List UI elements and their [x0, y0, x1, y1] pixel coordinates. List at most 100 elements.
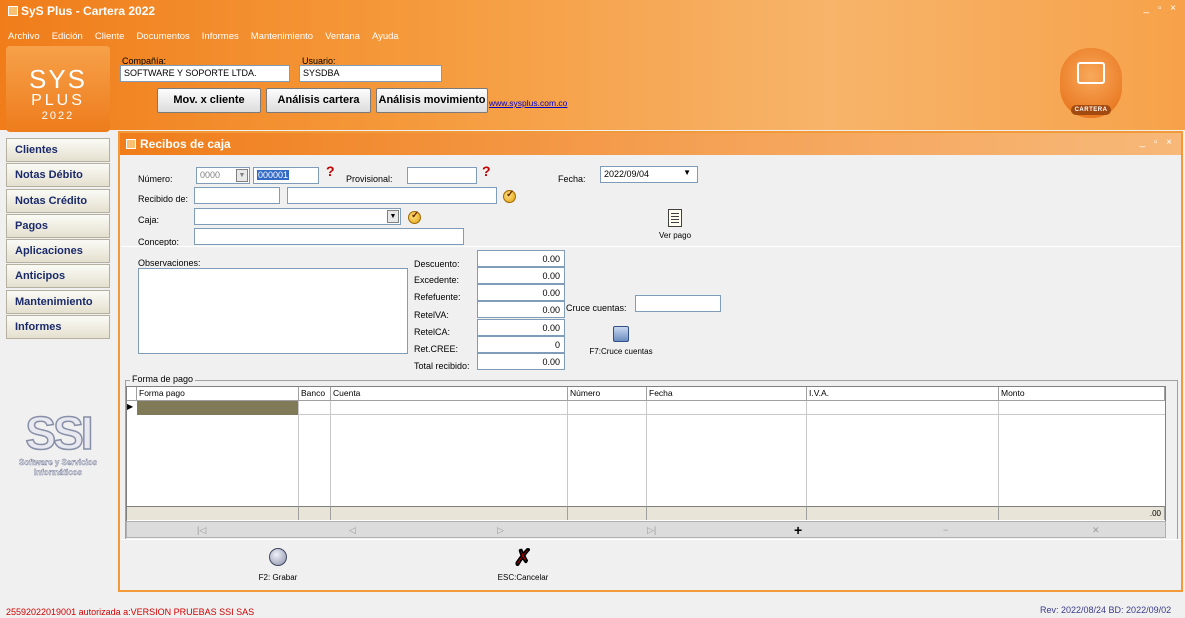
recibido-label: Recibido de:: [138, 194, 189, 204]
row-pointer-icon: ▶: [127, 402, 134, 411]
menu-informes[interactable]: Informes: [202, 31, 239, 45]
sidebar-item-anticipos[interactable]: Anticipos: [6, 264, 110, 289]
recibido-name-field[interactable]: [287, 187, 497, 204]
menu-ventana[interactable]: Ventana: [325, 31, 360, 45]
column-header-numero[interactable]: Número: [568, 387, 647, 401]
forma-pago-title: Forma de pago: [130, 374, 196, 384]
cartera-badge[interactable]: CARTERA: [1060, 48, 1122, 118]
menu-ayuda[interactable]: Ayuda: [372, 31, 399, 45]
first-record-icon[interactable]: |◁: [197, 525, 206, 536]
sidebar: Clientes Notas Débito Notas Crédito Pago…: [6, 138, 110, 340]
analisis-movimiento-button[interactable]: Análisis movimiento: [376, 88, 488, 113]
column-divider: [646, 401, 647, 506]
website-link[interactable]: www.sysplus.com.co: [489, 98, 567, 108]
column-header-banco[interactable]: Banco: [299, 387, 331, 401]
sidebar-item-informes[interactable]: Informes: [6, 315, 110, 340]
footer-cell: [299, 506, 331, 520]
menu-edicion[interactable]: Edición: [52, 31, 83, 45]
reteiva-label: RetelVA:: [414, 310, 449, 320]
ssi-tagline-2: Informáticos: [33, 468, 82, 477]
check-icon[interactable]: [408, 210, 421, 224]
total-recibido-field: 0.00: [477, 353, 565, 370]
sidebar-item-aplicaciones[interactable]: Aplicaciones: [6, 239, 110, 264]
sidebar-item-pagos[interactable]: Pagos: [6, 213, 110, 238]
ver-pago-button[interactable]: Ver pago: [652, 209, 698, 240]
cancel-icon: ✗: [513, 545, 533, 570]
company-field: SOFTWARE Y SOPORTE LTDA.: [120, 65, 290, 82]
cruce-cuentas-field[interactable]: [635, 295, 721, 312]
row-header-corner: [127, 387, 137, 401]
window-controls[interactable]: _ ▫ ×: [1143, 3, 1179, 14]
observaciones-label: Observaciones:: [138, 258, 201, 268]
cruce-cuentas-button[interactable]: F7:Cruce cuentas: [582, 326, 660, 356]
wallet-icon: [1077, 62, 1105, 84]
numero-prefix-value: 0000: [200, 170, 221, 180]
prior-record-icon[interactable]: ◁: [349, 525, 356, 536]
descuento-label: Descuento:: [414, 259, 460, 269]
column-header-iva[interactable]: I.V.A.: [807, 387, 999, 401]
footer-cell: [127, 506, 299, 520]
menu-archivo[interactable]: Archivo: [8, 31, 40, 45]
cartera-label: CARTERA: [1071, 105, 1111, 115]
section-divider: [121, 539, 1181, 540]
cruce-cuentas-label: Cruce cuentas:: [566, 303, 627, 313]
descuento-field[interactable]: 0.00: [477, 250, 565, 267]
help-icon[interactable]: ?: [326, 163, 335, 179]
selected-cell[interactable]: [137, 401, 299, 415]
reteica-field[interactable]: 0.00: [477, 319, 565, 336]
reteiva-field[interactable]: 0.00: [477, 301, 565, 318]
provisional-label: Provisional:: [346, 174, 393, 184]
retcree-field[interactable]: 0: [477, 336, 565, 353]
delete-record-icon[interactable]: −: [943, 525, 948, 535]
column-header-monto[interactable]: Monto: [999, 387, 1165, 401]
sidebar-item-notas-debito[interactable]: Notas Débito: [6, 163, 110, 188]
observaciones-field[interactable]: [138, 268, 408, 354]
help-icon[interactable]: ?: [482, 163, 491, 179]
cancel-edit-icon[interactable]: ✕: [1092, 525, 1100, 536]
sidebar-item-mantenimiento[interactable]: Mantenimiento: [6, 289, 110, 314]
caja-label: Caja:: [138, 215, 160, 225]
menu-mantenimiento[interactable]: Mantenimiento: [251, 31, 313, 45]
caja-select[interactable]: ▼: [194, 208, 401, 225]
menu-cliente[interactable]: Cliente: [95, 31, 125, 45]
cancelar-label: ESC:Cancelar: [497, 573, 549, 582]
fecha-date-picker[interactable]: 2022/09/04 ▼: [600, 166, 698, 183]
forma-pago-grid[interactable]: Forma pago Banco Cuenta Número Fecha I.V…: [126, 386, 1166, 532]
mov-x-cliente-button[interactable]: Mov. x cliente: [157, 88, 261, 113]
chevron-down-icon[interactable]: ▼: [236, 169, 248, 182]
footer-cell: [807, 506, 999, 520]
total-recibido-label: Total recibido:: [414, 361, 470, 371]
column-divider: [330, 401, 331, 506]
form-window-controls[interactable]: _ ▫ ×: [1139, 137, 1175, 148]
chevron-down-icon[interactable]: ▼: [387, 210, 399, 223]
retefuente-field[interactable]: 0.00: [477, 284, 565, 301]
provisional-field[interactable]: [407, 167, 477, 184]
column-header-fecha[interactable]: Fecha: [647, 387, 807, 401]
app-icon: [8, 6, 18, 16]
excedente-field[interactable]: 0.00: [477, 267, 565, 284]
column-header-forma-pago[interactable]: Forma pago: [137, 387, 299, 401]
save-icon: [269, 548, 287, 566]
recibido-code-field[interactable]: [194, 187, 280, 204]
numero-prefix-select[interactable]: 0000 ▼: [196, 167, 250, 184]
footer-cell: [331, 506, 568, 520]
fecha-label: Fecha:: [558, 174, 586, 184]
concepto-field[interactable]: [194, 228, 464, 245]
insert-record-icon[interactable]: +: [794, 522, 802, 538]
chevron-down-icon[interactable]: ▼: [683, 168, 691, 177]
check-icon[interactable]: [503, 189, 516, 203]
menu-documentos[interactable]: Documentos: [136, 31, 189, 45]
numero-field[interactable]: 000001: [253, 167, 319, 184]
last-record-icon[interactable]: ▷|: [647, 525, 656, 536]
logo-line3: 2022: [41, 110, 75, 122]
next-record-icon[interactable]: ▷: [497, 525, 504, 536]
grabar-button[interactable]: F2: Grabar: [248, 548, 308, 582]
column-header-cuenta[interactable]: Cuenta: [331, 387, 568, 401]
analisis-cartera-button[interactable]: Análisis cartera: [266, 88, 371, 113]
reteica-label: RetelCA:: [414, 327, 451, 337]
section-divider: [121, 246, 1181, 247]
sidebar-item-clientes[interactable]: Clientes: [6, 138, 110, 162]
menu-bar: Archivo Edición Cliente Documentos Infor…: [8, 31, 411, 45]
cancelar-button[interactable]: ✗ ESC:Cancelar: [488, 545, 558, 582]
sidebar-item-notas-credito[interactable]: Notas Crédito: [6, 188, 110, 213]
